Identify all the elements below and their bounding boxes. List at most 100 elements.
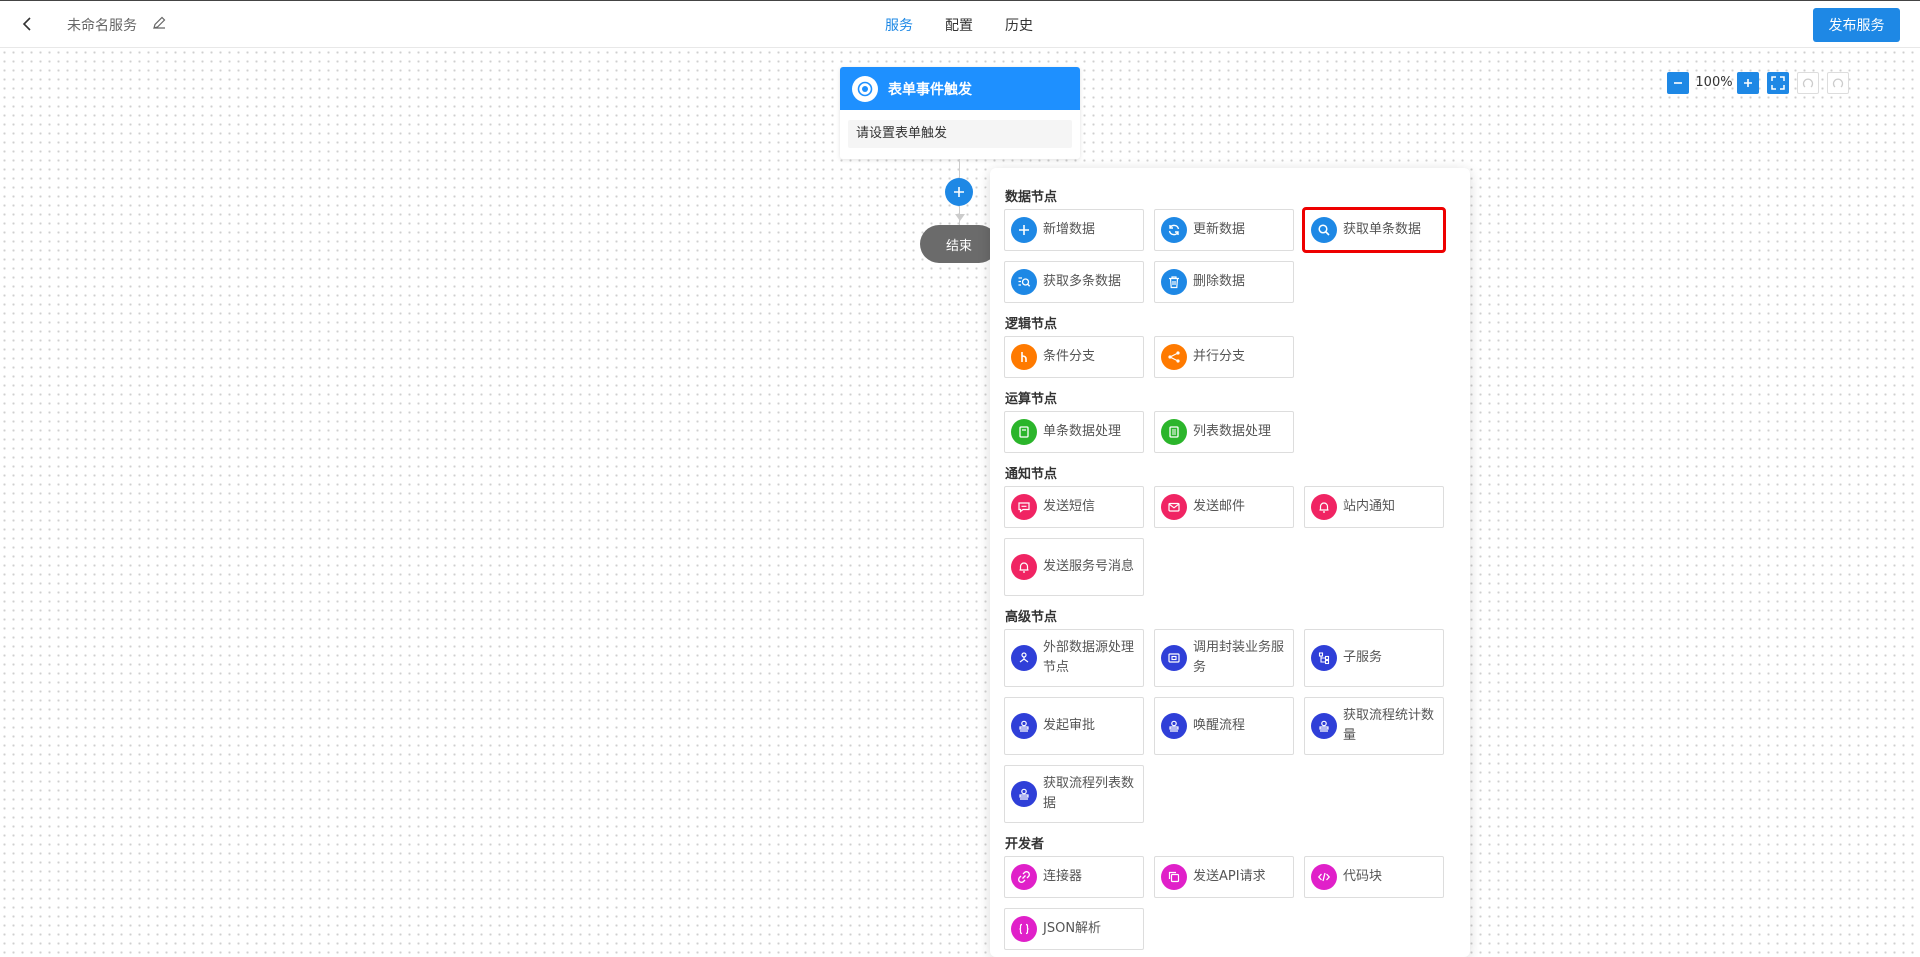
stamp-icon <box>1011 781 1037 807</box>
box-icon <box>1161 645 1187 671</box>
tab-config[interactable]: 配置 <box>945 15 973 35</box>
node-condition-branch[interactable]: 条件分支 <box>1004 336 1144 378</box>
node-parallel-branch[interactable]: 并行分支 <box>1154 336 1294 378</box>
stamp-icon <box>1011 713 1037 739</box>
node-label: 外部数据源处理节点 <box>1043 640 1135 675</box>
node-label: 发起审批 <box>1043 718 1096 733</box>
trigger-node[interactable]: 表单事件触发 请设置表单触发 <box>840 67 1080 159</box>
section-title-compute: 运算节点 <box>1005 392 1058 407</box>
service-name: 未命名服务 <box>67 18 137 34</box>
node-external-datasource[interactable]: 外部数据源处理节点 <box>1004 629 1144 687</box>
node-get-process-list[interactable]: 获取流程列表数据 <box>1004 765 1144 823</box>
section-developer-grid: 连接器 发送API请求 代码块 JSON解析 <box>1004 856 1470 950</box>
minus-icon <box>1674 82 1682 84</box>
section-data-grid: 新增数据 更新数据 获取单条数据 获取多条数据 删除数据 <box>1004 207 1470 303</box>
node-label: 连接器 <box>1043 869 1083 884</box>
node-label: 更新数据 <box>1193 222 1246 237</box>
node-send-api-request[interactable]: 发送API请求 <box>1154 856 1294 898</box>
message-icon <box>1011 494 1037 520</box>
node-label: 发送短信 <box>1043 499 1096 514</box>
node-update-data[interactable]: 更新数据 <box>1154 209 1294 251</box>
node-label: 列表数据处理 <box>1193 424 1272 439</box>
node-label: 单条数据处理 <box>1043 424 1122 439</box>
plus-icon <box>1011 217 1037 243</box>
node-delete-data[interactable]: 删除数据 <box>1154 261 1294 303</box>
fullscreen-button[interactable] <box>1767 72 1789 94</box>
node-json-parse[interactable]: JSON解析 <box>1004 908 1144 950</box>
node-call-business-service[interactable]: 调用封装业务服务 <box>1154 629 1294 687</box>
node-label: 发送服务号消息 <box>1043 559 1135 574</box>
node-wake-process[interactable]: 唤醒流程 <box>1154 697 1294 755</box>
stamp-icon <box>1311 713 1337 739</box>
node-label: 发送API请求 <box>1193 869 1266 884</box>
section-advanced-grid: 外部数据源处理节点 调用封装业务服务 子服务 发起审批 唤醒流程 获取流程统计数… <box>1004 629 1470 823</box>
node-add-data[interactable]: 新增数据 <box>1004 209 1144 251</box>
end-node: 结束 <box>920 225 998 263</box>
tab-service[interactable]: 服务 <box>885 15 913 35</box>
zoom-in-button[interactable] <box>1737 72 1759 94</box>
node-label: 代码块 <box>1343 869 1383 884</box>
node-start-approval[interactable]: 发起审批 <box>1004 697 1144 755</box>
add-node-button[interactable] <box>945 178 973 206</box>
mail-icon <box>1161 494 1187 520</box>
node-label: 获取单条数据 <box>1343 222 1422 237</box>
connector-arrow <box>955 214 965 221</box>
node-label: 站内通知 <box>1343 499 1396 514</box>
node-single-data-process[interactable]: 单条数据处理 <box>1004 411 1144 453</box>
node-code-block[interactable]: 代码块 <box>1304 856 1444 898</box>
redo-button[interactable] <box>1827 72 1849 94</box>
tab-bar: 服务 配置 历史 <box>0 1 1920 49</box>
node-get-single-data[interactable]: 获取单条数据 <box>1302 207 1446 253</box>
trigger-title: 表单事件触发 <box>888 81 972 98</box>
list-search-icon <box>1011 269 1037 295</box>
section-notify-grid: 发送短信 发送邮件 站内通知 发送服务号消息 <box>1004 486 1470 596</box>
hierarchy-icon <box>1011 645 1037 671</box>
publish-button[interactable]: 发布服务 <box>1813 8 1900 42</box>
trigger-node-header: 表单事件触发 <box>840 67 1080 110</box>
trigger-config-placeholder[interactable]: 请设置表单触发 <box>848 120 1072 148</box>
search-icon <box>1311 217 1337 243</box>
node-send-email[interactable]: 发送邮件 <box>1154 486 1294 528</box>
refresh-icon <box>1161 217 1187 243</box>
node-label: 调用封装业务服务 <box>1193 640 1285 675</box>
node-label: 并行分支 <box>1193 349 1246 364</box>
top-bar: 未命名服务 服务 配置 历史 发布服务 <box>0 0 1920 48</box>
document-icon <box>1011 419 1037 445</box>
node-send-service-message[interactable]: 发送服务号消息 <box>1004 538 1144 596</box>
node-label: 条件分支 <box>1043 349 1096 364</box>
node-label: JSON解析 <box>1043 921 1102 936</box>
target-icon <box>852 75 878 102</box>
undo-button[interactable] <box>1797 72 1819 94</box>
section-logic-grid: 条件分支 并行分支 <box>1004 336 1470 378</box>
node-site-notice[interactable]: 站内通知 <box>1304 486 1444 528</box>
section-title-notify: 通知节点 <box>1005 467 1058 482</box>
chevron-left-icon <box>22 17 31 31</box>
node-list-data-process[interactable]: 列表数据处理 <box>1154 411 1294 453</box>
section-title-data: 数据节点 <box>1005 190 1058 205</box>
tab-history[interactable]: 历史 <box>1005 15 1033 35</box>
node-send-sms[interactable]: 发送短信 <box>1004 486 1144 528</box>
section-compute-grid: 单条数据处理 列表数据处理 <box>1004 411 1470 453</box>
node-sub-service[interactable]: 子服务 <box>1304 629 1444 687</box>
edit-name-button[interactable] <box>151 15 167 31</box>
plus-icon <box>1744 79 1752 87</box>
node-label: 唤醒流程 <box>1193 718 1246 733</box>
node-connector[interactable]: 连接器 <box>1004 856 1144 898</box>
plus-icon <box>954 187 964 197</box>
node-label: 获取多条数据 <box>1043 274 1122 289</box>
share-icon <box>1161 344 1187 370</box>
zoom-level: 100% <box>1695 75 1733 90</box>
zoom-out-button[interactable] <box>1667 72 1689 94</box>
bell-icon <box>1011 554 1037 580</box>
node-label: 获取流程列表数据 <box>1043 776 1135 811</box>
pencil-icon <box>153 16 166 29</box>
copy-icon <box>1161 864 1187 890</box>
back-button[interactable] <box>18 14 38 34</box>
bell-icon <box>1311 494 1337 520</box>
node-get-multiple-data[interactable]: 获取多条数据 <box>1004 261 1144 303</box>
fullscreen-icon <box>1771 76 1785 90</box>
node-get-process-count[interactable]: 获取流程统计数量 <box>1304 697 1444 755</box>
undo-icon <box>1802 78 1814 88</box>
section-title-advanced: 高级节点 <box>1005 610 1058 625</box>
branch-icon <box>1011 344 1037 370</box>
